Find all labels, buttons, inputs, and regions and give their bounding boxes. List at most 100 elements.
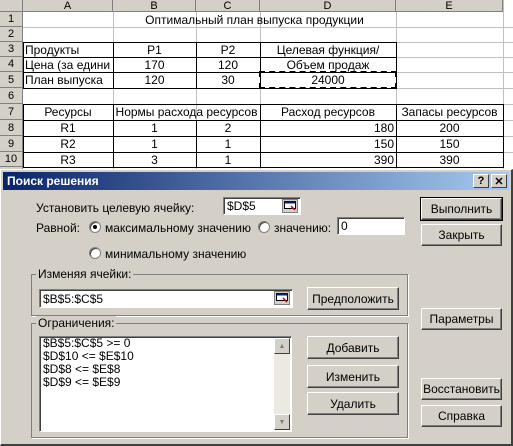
cell-b9[interactable]: 1 xyxy=(113,136,196,152)
cell-d3[interactable]: Целевая функция/ xyxy=(260,42,396,57)
min-radio[interactable] xyxy=(89,247,101,259)
solver-dialog: Поиск решения ? ✕ Установить целевую яче… xyxy=(0,169,513,446)
cell-b10[interactable]: 3 xyxy=(113,152,196,167)
select-all-corner[interactable] xyxy=(0,0,23,12)
cell-a5[interactable]: План выпуска xyxy=(23,72,113,88)
constraints-scrollbar[interactable]: ▲ ▼ xyxy=(274,338,290,430)
cell-c10[interactable]: 1 xyxy=(196,152,260,167)
constraints-label: Ограничения: xyxy=(36,316,117,330)
table-border xyxy=(23,72,396,73)
changing-ref-button[interactable] xyxy=(274,291,290,305)
row-header-2[interactable]: 2 xyxy=(0,27,23,42)
table-border xyxy=(113,42,114,88)
question-icon: ? xyxy=(477,175,485,187)
table-border xyxy=(23,120,503,121)
collapse-dialog-icon xyxy=(276,293,288,303)
constraints-list[interactable]: $B$5:$C$5 >= 0 $D$10 <= $E$10 $D$8 <= $E… xyxy=(39,336,292,432)
max-radio[interactable] xyxy=(89,221,101,233)
scroll-up-button[interactable]: ▲ xyxy=(274,338,290,354)
guess-button[interactable]: Предположить xyxy=(307,287,399,310)
table-border xyxy=(23,152,503,153)
cell-a4[interactable]: Цена (за едини xyxy=(23,57,113,72)
triangle-up-icon: ▲ xyxy=(278,342,286,350)
triangle-down-icon: ▼ xyxy=(278,418,286,426)
close-button[interactable]: Закрыть xyxy=(421,224,502,246)
changing-cells-label: Изменяя ячейки: xyxy=(36,267,134,281)
cell-a7[interactable]: Ресурсы xyxy=(23,104,113,120)
cell-a3[interactable]: Продукты xyxy=(23,42,113,57)
max-label[interactable]: максимальному значению xyxy=(105,221,251,235)
cell-c3[interactable]: P2 xyxy=(196,42,260,57)
cell-b7[interactable]: Нормы расхода ресурсов xyxy=(113,104,260,120)
table-border xyxy=(196,120,197,167)
column-header-a[interactable]: A xyxy=(23,0,113,12)
cell-e9[interactable]: 150 xyxy=(396,136,503,152)
table-border xyxy=(23,57,396,58)
value-input[interactable]: 0 xyxy=(337,217,405,235)
cell-c9[interactable]: 1 xyxy=(196,136,260,152)
changing-cells-input[interactable]: $B$5:$C$5 xyxy=(39,289,293,308)
cell-a8[interactable]: R1 xyxy=(23,120,113,136)
row-header-6[interactable]: 6 xyxy=(0,88,23,104)
cell-b4[interactable]: 170 xyxy=(113,57,196,72)
cell-d7[interactable]: Расход ресурсов xyxy=(260,104,396,120)
table-border xyxy=(260,104,261,167)
table-border xyxy=(260,42,261,88)
row-header-8[interactable]: 8 xyxy=(0,120,23,136)
cell-b3[interactable]: P1 xyxy=(113,42,196,57)
reset-all-button[interactable]: Восстановить xyxy=(421,378,502,400)
sheet-title[interactable]: Оптимальный план выпуска продукции xyxy=(113,12,396,27)
scroll-down-button[interactable]: ▼ xyxy=(274,414,290,430)
help-button[interactable]: Справка xyxy=(421,405,502,427)
cell-d8[interactable]: 180 xyxy=(260,120,396,136)
radio-dot xyxy=(93,225,97,229)
cell-e10[interactable]: 390 xyxy=(396,152,503,167)
target-ref-button[interactable] xyxy=(282,199,298,213)
target-cell-value: $D$5 xyxy=(227,199,256,213)
close-title-button[interactable]: ✕ xyxy=(491,174,507,188)
cell-b5[interactable]: 120 xyxy=(113,72,196,88)
cell-d5[interactable]: 24000 xyxy=(260,72,396,88)
cell-b8[interactable]: 1 xyxy=(113,120,196,136)
value-input-text: 0 xyxy=(341,219,348,233)
column-header-c[interactable]: C xyxy=(196,0,260,12)
row-header-10[interactable]: 10 xyxy=(0,152,23,167)
solve-button[interactable]: Выполнить xyxy=(420,197,503,221)
value-radio[interactable] xyxy=(258,221,270,233)
cell-d9[interactable]: 150 xyxy=(260,136,396,152)
cell-e7[interactable]: Запасы ресурсов xyxy=(396,104,503,120)
cell-c5[interactable]: 30 xyxy=(196,72,260,88)
table-border xyxy=(113,104,114,167)
cell-e8[interactable]: 200 xyxy=(396,120,503,136)
row-header-3[interactable]: 3 xyxy=(0,42,23,57)
min-label[interactable]: минимальному значению xyxy=(105,247,246,261)
column-header-d[interactable]: D xyxy=(260,0,396,12)
gridline xyxy=(0,88,513,89)
change-constraint-button[interactable]: Изменить xyxy=(307,365,399,388)
row-header-4[interactable]: 4 xyxy=(0,57,23,72)
dialog-titlebar[interactable]: Поиск решения xyxy=(3,172,509,190)
cell-a9[interactable]: R2 xyxy=(23,136,113,152)
table-border xyxy=(23,136,503,137)
row-header-1[interactable]: 1 xyxy=(0,12,23,27)
add-constraint-button[interactable]: Добавить xyxy=(307,336,399,359)
help-title-button[interactable]: ? xyxy=(473,174,489,188)
target-cell-label: Установить целевую ячейку: xyxy=(36,201,195,215)
constraint-item[interactable]: $D$9 <= $E$9 xyxy=(40,376,291,389)
cell-d10[interactable]: 390 xyxy=(260,152,396,167)
value-label[interactable]: значению: xyxy=(274,221,331,235)
row-header-9[interactable]: 9 xyxy=(0,136,23,152)
column-header-e[interactable]: E xyxy=(396,0,503,12)
cell-c8[interactable]: 2 xyxy=(196,120,260,136)
equal-to-label: Равной: xyxy=(36,221,80,235)
cell-c4[interactable]: 120 xyxy=(196,57,260,72)
options-button[interactable]: Параметры xyxy=(421,308,502,330)
column-header-b[interactable]: B xyxy=(113,0,196,12)
table-border xyxy=(196,42,197,88)
row-header-7[interactable]: 7 xyxy=(0,104,23,120)
close-icon: ✕ xyxy=(494,175,504,188)
cell-d4[interactable]: Объем продаж xyxy=(260,57,396,72)
row-header-5[interactable]: 5 xyxy=(0,72,23,88)
cell-a10[interactable]: R3 xyxy=(23,152,113,167)
delete-constraint-button[interactable]: Удалить xyxy=(307,392,399,415)
